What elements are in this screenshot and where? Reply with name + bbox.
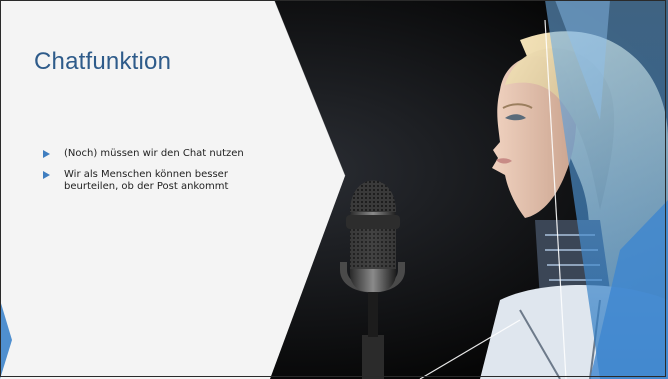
bullet-text: Wir als Menschen können besser beurteile…	[64, 168, 229, 193]
presentation-slide: Chatfunktion (Noch) müssen wir den Chat …	[0, 0, 668, 379]
slide-title: Chatfunktion	[34, 48, 172, 75]
bullet-item: (Noch) müssen wir den Chat nutzen	[43, 148, 273, 161]
bullet-text: (Noch) müssen wir den Chat nutzen	[64, 148, 244, 159]
bullet-list: (Noch) müssen wir den Chat nutzen Wir al…	[43, 148, 273, 202]
triangle-right-icon	[43, 170, 50, 179]
bullet-item: Wir als Menschen können besser beurteile…	[43, 169, 273, 194]
triangle-right-icon	[43, 150, 50, 158]
